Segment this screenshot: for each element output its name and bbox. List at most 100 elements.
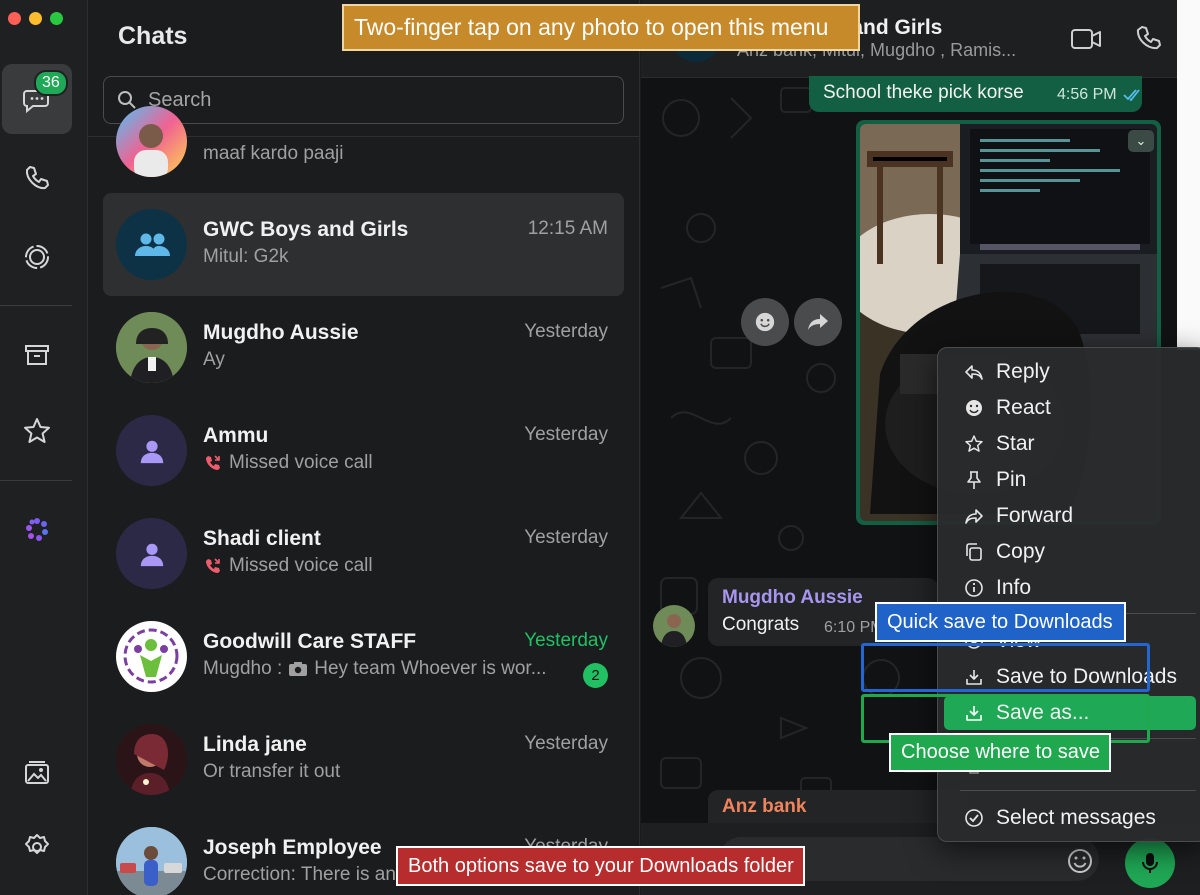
read-receipt-icon bbox=[1123, 89, 1140, 102]
rail-chats-button[interactable]: 36 bbox=[2, 64, 72, 134]
zoom-window-button[interactable] bbox=[50, 12, 63, 25]
chat-row[interactable]: Shadi client Yesterday Missed voice call bbox=[103, 502, 624, 605]
pin-icon bbox=[967, 471, 981, 489]
rail-meta-ai-button[interactable] bbox=[2, 494, 72, 564]
chat-row[interactable]: Mugdho Aussie Yesterday Ay bbox=[103, 296, 624, 399]
minimize-window-button[interactable] bbox=[29, 12, 42, 25]
chat-name: Mugdho Aussie bbox=[203, 321, 359, 344]
smiley-icon bbox=[755, 312, 775, 332]
whatsapp-window: 36 Chats Search maaf kardo paaji GWC Boy… bbox=[0, 0, 1200, 895]
avatar bbox=[116, 312, 187, 383]
rail-calls-button[interactable] bbox=[2, 143, 72, 213]
avatar bbox=[116, 724, 187, 795]
default-avatar bbox=[116, 518, 187, 589]
rail-settings-button[interactable] bbox=[2, 812, 72, 882]
forward-icon bbox=[965, 509, 983, 524]
copy-icon bbox=[966, 543, 982, 561]
voice-message-button[interactable] bbox=[1125, 838, 1175, 888]
voice-call-icon[interactable] bbox=[1133, 24, 1167, 54]
chat-time: Yesterday bbox=[524, 527, 608, 548]
chat-preview: Or transfer it out bbox=[203, 761, 341, 782]
forward-button[interactable] bbox=[794, 298, 842, 346]
rail-status-button[interactable] bbox=[2, 222, 72, 292]
save-to-downloads-highlight bbox=[861, 643, 1150, 692]
chat-row[interactable]: Linda jane Yesterday Or transfer it out bbox=[103, 708, 624, 811]
meta-ai-icon bbox=[26, 518, 48, 541]
outgoing-message[interactable]: School theke pick korse 4:56 PM bbox=[809, 76, 1142, 112]
chat-preview: Ay bbox=[203, 349, 225, 370]
chat-name: Goodwill Care STAFF bbox=[203, 630, 417, 653]
downloads-folder-callout: Both options save to your Downloads fold… bbox=[396, 846, 805, 886]
archive-icon bbox=[25, 345, 49, 365]
avatar bbox=[116, 621, 187, 692]
unread-count-badge: 2 bbox=[583, 663, 608, 688]
chat-preview: maaf kardo paaji bbox=[203, 143, 344, 164]
unread-chats-badge: 36 bbox=[34, 70, 68, 96]
chat-name: Joseph Employee bbox=[203, 836, 382, 859]
settings-icon bbox=[25, 834, 49, 854]
chevron-down-icon[interactable]: ⌄ bbox=[1128, 130, 1154, 152]
star-icon bbox=[24, 418, 50, 443]
menu-item-star[interactable]: Star bbox=[938, 427, 1198, 461]
missed-call-icon bbox=[206, 455, 220, 470]
camera-icon bbox=[289, 662, 308, 676]
chat-preview: Mugdho : Hey team Whoever is wor... bbox=[203, 658, 547, 679]
chat-row[interactable]: Goodwill Care STAFF Yesterday Mugdho : H… bbox=[103, 605, 624, 708]
default-avatar bbox=[116, 415, 187, 486]
message-text: Congrats bbox=[722, 614, 800, 635]
message-text: School theke pick korse bbox=[823, 82, 1024, 103]
menu-item-copy[interactable]: Copy bbox=[938, 535, 1198, 569]
close-window-button[interactable] bbox=[8, 12, 21, 25]
chat-list-panel: Chats Search maaf kardo paaji GWC Boys a… bbox=[88, 0, 640, 895]
avatar bbox=[116, 106, 187, 177]
reply-icon bbox=[965, 365, 983, 380]
menu-item-forward[interactable]: Forward bbox=[938, 499, 1198, 533]
missed-call-icon bbox=[206, 558, 220, 573]
react-button[interactable] bbox=[741, 298, 789, 346]
menu-item-react[interactable]: React bbox=[938, 391, 1198, 425]
rail-archive-button[interactable] bbox=[2, 320, 72, 390]
nav-rail: 36 bbox=[0, 0, 88, 895]
menu-item-reply[interactable]: Reply bbox=[938, 355, 1198, 389]
star-icon bbox=[965, 435, 983, 452]
chat-row[interactable]: Ammu Yesterday Missed voice call bbox=[103, 399, 624, 502]
menu-item-select-messages[interactable]: Select messages bbox=[938, 801, 1198, 835]
menu-item-pin[interactable]: Pin bbox=[938, 463, 1198, 497]
chat-name: Linda jane bbox=[203, 733, 307, 756]
chat-time: 12:15 AM bbox=[527, 218, 608, 239]
message-time: 4:56 PM bbox=[1057, 86, 1117, 103]
instruction-callout: Two-finger tap on any photo to open this… bbox=[342, 4, 860, 51]
emoji-icon[interactable] bbox=[1066, 847, 1094, 875]
smiley-icon bbox=[966, 400, 982, 416]
chat-preview: Missed voice call bbox=[203, 555, 373, 577]
goodwill-logo-icon bbox=[123, 628, 179, 684]
chat-row[interactable]: maaf kardo paaji bbox=[103, 90, 624, 193]
media-icon bbox=[25, 761, 49, 784]
message-sender: Mugdho Aussie bbox=[722, 587, 863, 608]
background-window-edge bbox=[1177, 0, 1200, 350]
sender-avatar[interactable] bbox=[653, 605, 695, 647]
person-icon bbox=[140, 543, 163, 566]
video-call-icon[interactable] bbox=[1069, 24, 1103, 54]
calls-icon bbox=[25, 166, 49, 190]
window-controls bbox=[8, 12, 63, 25]
group-avatar bbox=[116, 209, 187, 280]
person-icon bbox=[140, 440, 163, 463]
group-icon bbox=[134, 233, 170, 256]
rail-starred-button[interactable] bbox=[2, 396, 72, 466]
check-circle-icon bbox=[965, 809, 983, 827]
chat-time: Yesterday bbox=[524, 630, 608, 651]
chat-name: Ammu bbox=[203, 424, 269, 447]
menu-item-info[interactable]: Info bbox=[938, 571, 1198, 605]
chat-row-gwc[interactable]: GWC Boys and Girls 12:15 AM Mitul: G2k bbox=[103, 193, 624, 296]
rail-media-button[interactable] bbox=[2, 738, 72, 808]
avatar bbox=[116, 827, 187, 895]
status-icon bbox=[25, 245, 49, 269]
chat-name: GWC Boys and Girls bbox=[203, 218, 409, 241]
chat-name: Shadi client bbox=[203, 527, 321, 550]
chat-time: Yesterday bbox=[524, 321, 608, 342]
chat-time: Yesterday bbox=[524, 733, 608, 754]
choose-location-callout: Choose where to save bbox=[889, 733, 1111, 772]
chat-preview: Missed voice call bbox=[203, 452, 373, 474]
message-sender: Anz bank bbox=[722, 796, 807, 817]
